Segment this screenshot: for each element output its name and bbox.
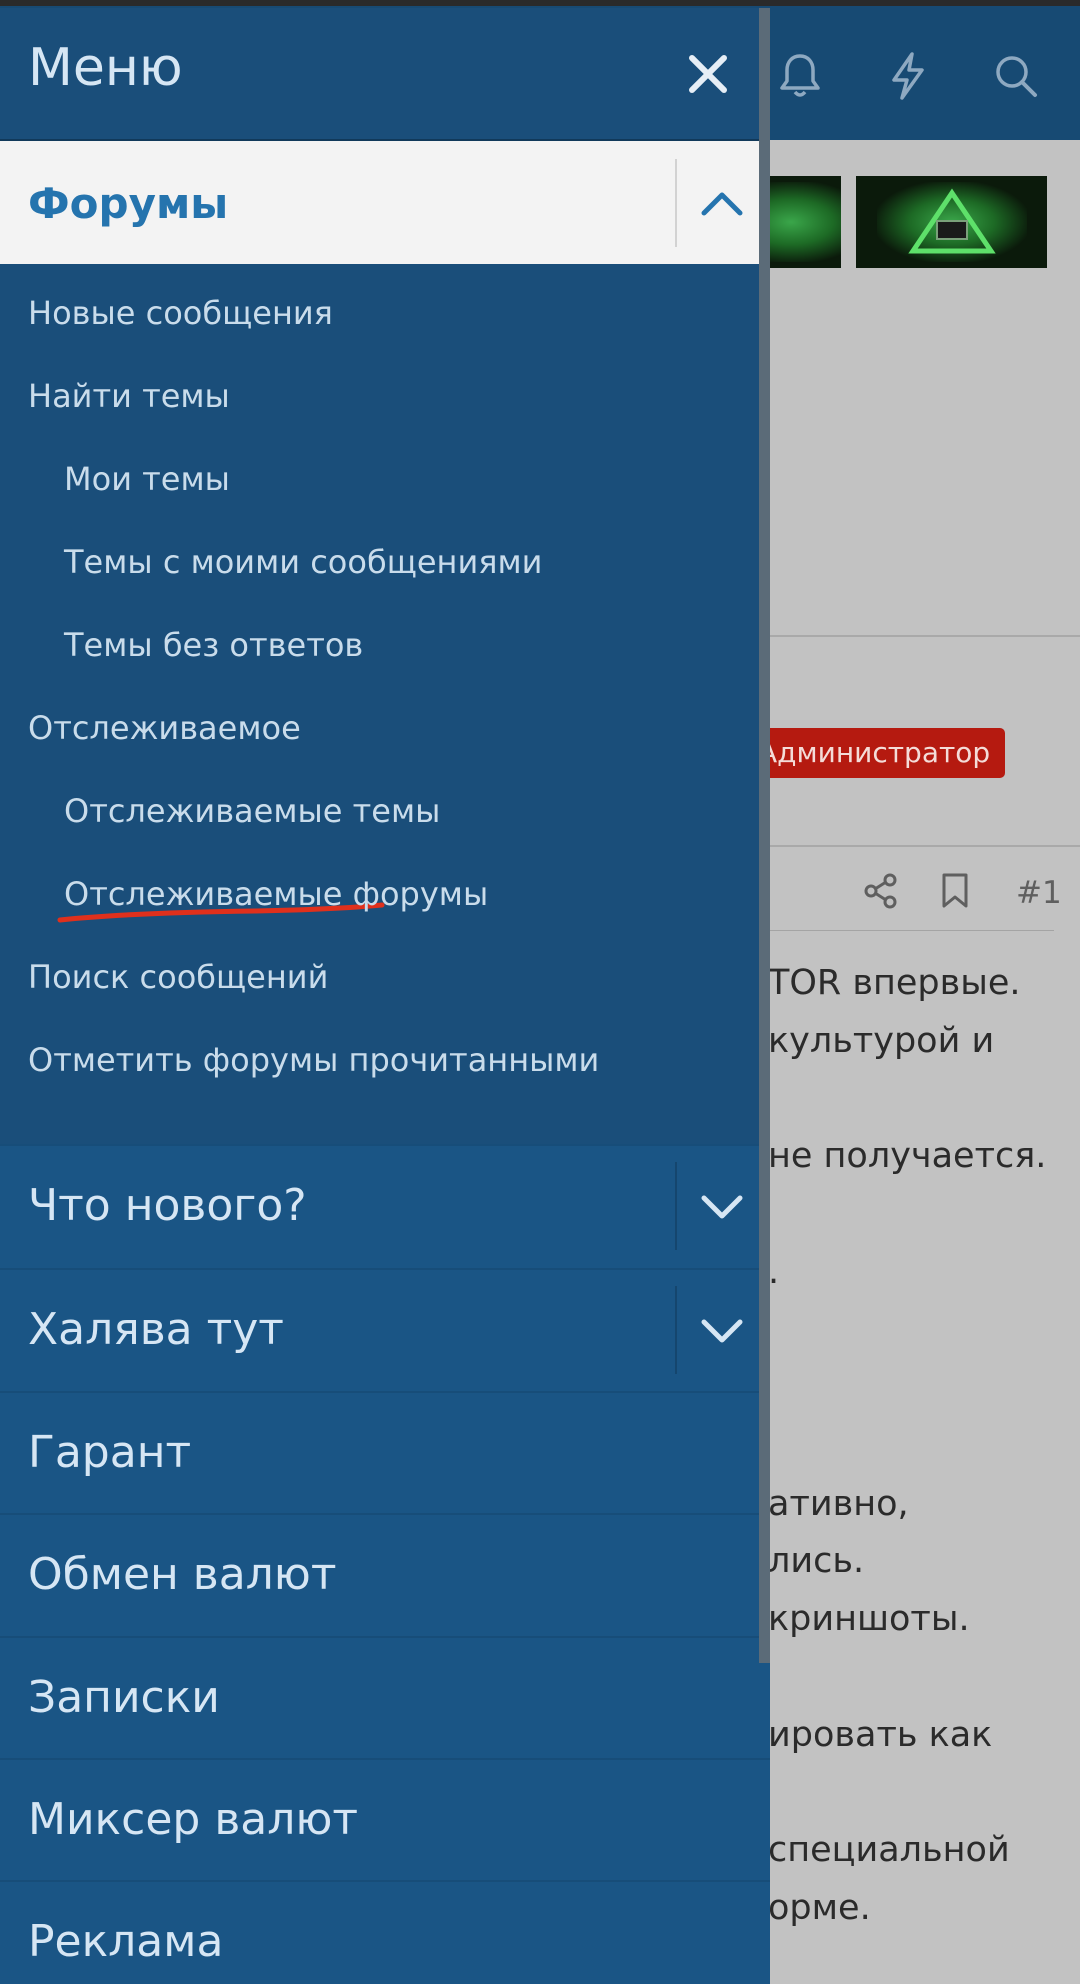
submenu-item-threads-with-my-posts[interactable]: Темы с моими сообщениями [64, 543, 542, 581]
banner-logo [907, 188, 996, 254]
post-text-line: культурой и [768, 1021, 995, 1061]
submenu-item-find-threads[interactable]: Найти темы [28, 377, 230, 415]
submenu-item-watched-forums[interactable]: Отслеживаемые форумы [64, 875, 488, 913]
submenu-item-my-threads[interactable]: Мои темы [64, 460, 230, 498]
post-text-line: ативно, [768, 1484, 909, 1524]
forums-submenu: Новые сообщения Найти темы Мои темы Темы… [0, 264, 770, 1144]
menu-section-label[interactable]: Халява тут [28, 1304, 284, 1355]
bookmark-icon[interactable] [938, 872, 972, 914]
menu-item-label[interactable]: Обмен валют [28, 1549, 336, 1600]
menu-item-currency-exchange[interactable]: Обмен валют [0, 1513, 770, 1637]
menu-item-guarantor[interactable]: Гарант [0, 1391, 770, 1515]
post-text-line: ировать как [768, 1715, 993, 1755]
chevron-up-icon[interactable] [690, 163, 754, 243]
post-text-line: не получается. [768, 1136, 1047, 1176]
drawer-scrollbar[interactable] [759, 8, 770, 1663]
search-icon[interactable] [988, 48, 1044, 104]
drawer-header: Меню [0, 8, 770, 140]
menu-item-notes[interactable]: Записки [0, 1636, 770, 1760]
menu-section-label[interactable]: Форумы [28, 179, 228, 228]
post-text-line: орме. [768, 1888, 871, 1928]
post-text-line: криншоты. [768, 1599, 970, 1639]
post-text-line: специальной [768, 1830, 1010, 1870]
share-icon[interactable] [862, 872, 900, 914]
menu-item-advertising[interactable]: Реклама [0, 1880, 770, 1984]
menu-section-label[interactable]: Что нового? [28, 1180, 307, 1231]
chevron-down-icon[interactable] [690, 1166, 754, 1246]
menu-title: Меню [28, 38, 183, 98]
submenu-item-unanswered-threads[interactable]: Темы без ответов [64, 626, 363, 664]
menu-item-label[interactable]: Гарант [28, 1427, 191, 1478]
lightning-icon[interactable] [880, 48, 936, 104]
menu-item-label[interactable]: Записки [28, 1672, 220, 1723]
menu-item-label[interactable]: Реклама [28, 1916, 223, 1967]
navigation-drawer: Меню Форумы Новые сообщения Найти темы М… [0, 8, 770, 1984]
post-number-link[interactable]: #1 [1016, 875, 1062, 911]
post-text-line: лись. [768, 1541, 865, 1581]
bell-icon[interactable] [772, 48, 828, 104]
submenu-item-watched[interactable]: Отслеживаемое [28, 709, 301, 747]
menu-section-whats-new[interactable]: Что нового? [0, 1144, 770, 1268]
menu-item-label[interactable]: Миксер валют [28, 1794, 358, 1845]
menu-item-currency-mixer[interactable]: Миксер валют [0, 1758, 770, 1882]
post-text-line: TOR впервые. [768, 963, 1021, 1003]
menu-section-forums[interactable]: Форумы [0, 141, 770, 264]
submenu-item-watched-threads[interactable]: Отслеживаемые темы [64, 792, 440, 830]
submenu-item-new-posts[interactable]: Новые сообщения [28, 294, 333, 332]
submenu-item-mark-forums-read[interactable]: Отметить форумы прочитанными [28, 1041, 599, 1079]
close-icon[interactable] [680, 46, 736, 102]
chevron-down-icon[interactable] [690, 1290, 754, 1370]
banner-image[interactable] [856, 176, 1047, 268]
submenu-item-search-posts[interactable]: Поиск сообщений [28, 958, 328, 996]
menu-section-freebies[interactable]: Халява тут [0, 1268, 770, 1392]
role-badge: Администратор [740, 728, 1005, 778]
